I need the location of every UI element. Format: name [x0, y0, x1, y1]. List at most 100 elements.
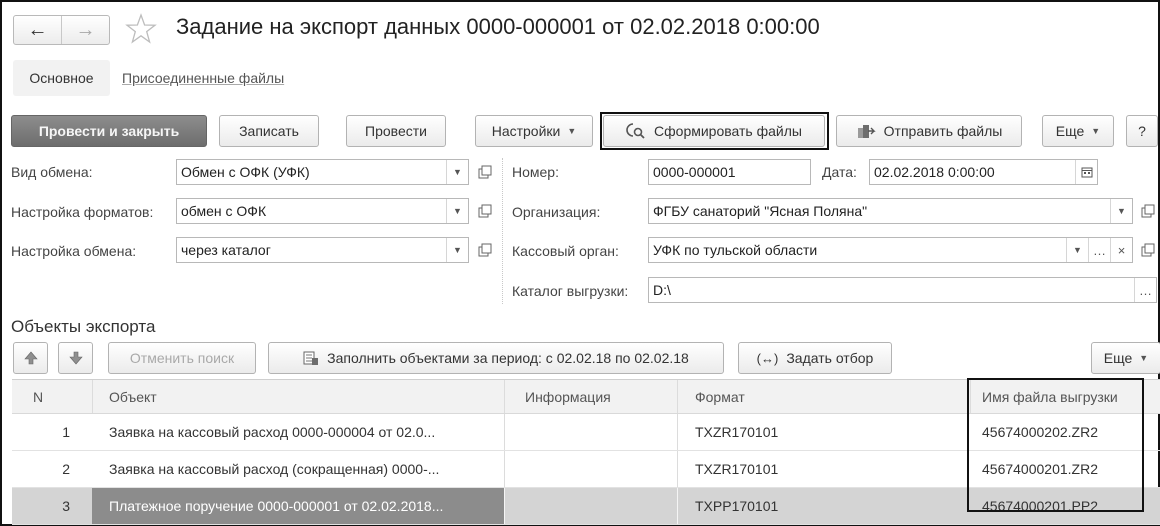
exchange-type-field[interactable]: Обмен с ОФК (УФК) ▼ [176, 159, 469, 185]
send-files-label: Отправить файлы [883, 123, 1003, 139]
page-title: Задание на экспорт данных 0000-000001 от… [176, 14, 820, 39]
dropdown-caret-icon[interactable]: ▼ [446, 160, 468, 184]
table-header: N Объект Информация Формат Имя файла выг… [12, 380, 1160, 414]
arrow-up-icon [23, 351, 38, 365]
send-files-button[interactable]: Отправить файлы [836, 115, 1022, 147]
column-separator [677, 451, 678, 487]
exchange-settings-field[interactable]: через каталог ▼ [176, 237, 469, 263]
column-separator [677, 488, 678, 524]
row-number: 2 [62, 461, 70, 477]
column-header-n[interactable]: N [12, 380, 64, 413]
row-object: Заявка на кассовый расход 0000-000004 от… [109, 424, 436, 440]
calendar-icon[interactable] [1075, 160, 1097, 184]
row-format: TXPP170101 [695, 498, 779, 514]
fill-table-icon [303, 350, 319, 366]
objects-more-label: Еще [1103, 350, 1133, 366]
column-header-object[interactable]: Объект [109, 380, 489, 413]
exchange-type-value: Обмен с ОФК (УФК) [181, 164, 310, 180]
dropdown-caret-icon[interactable]: ▼ [1066, 238, 1088, 262]
fill-period-button[interactable]: Заполнить объектами за период: с 02.02.1… [268, 342, 724, 374]
cancel-search-button[interactable]: Отменить поиск [108, 342, 256, 374]
open-icon[interactable] [475, 240, 495, 260]
column-separator [677, 414, 678, 450]
table-row[interactable]: 1 Заявка на кассовый расход 0000-000004 … [12, 414, 1160, 451]
arrow-left-icon: ← [27, 19, 48, 41]
exchange-settings-label: Настройка обмена: [11, 243, 137, 259]
set-filter-button[interactable]: (↔) Задать отбор [738, 342, 892, 374]
select-ellipsis-icon[interactable]: … [1134, 278, 1156, 302]
dropdown-caret-icon[interactable]: ▼ [446, 199, 468, 223]
move-down-button[interactable] [58, 342, 93, 374]
section-title: Объекты экспорта [11, 317, 156, 336]
row-file: 45674000201.ZR2 [982, 461, 1098, 477]
save-button[interactable]: Записать [219, 115, 319, 147]
open-icon[interactable] [475, 201, 495, 221]
cash-body-value: УФК по тульской области [653, 242, 818, 258]
row-info [504, 451, 677, 487]
column-header-file[interactable]: Имя файла выгрузки [982, 380, 1160, 413]
send-files-icon [856, 122, 876, 140]
forward-button[interactable]: → [61, 16, 109, 44]
cash-body-label: Кассовый орган: [512, 243, 619, 259]
column-separator [970, 380, 971, 413]
more-label: Еще [1055, 123, 1085, 139]
row-file: 45674000201.PP2 [982, 498, 1098, 514]
row-format: TXZR170101 [695, 424, 779, 440]
dropdown-caret-icon[interactable]: ▼ [446, 238, 468, 262]
post-button[interactable]: Провести [346, 115, 446, 147]
format-settings-label: Настройка форматов: [11, 204, 154, 220]
open-icon[interactable] [1138, 240, 1158, 260]
settings-label: Настройки [491, 123, 561, 139]
back-button[interactable]: ← [14, 16, 61, 44]
arrow-down-icon [68, 351, 83, 365]
date-value: 02.02.2018 0:00:00 [874, 164, 995, 180]
column-header-format[interactable]: Формат [695, 380, 955, 413]
number-field[interactable]: 0000-000001 [648, 159, 811, 185]
row-format: TXZR170101 [695, 461, 779, 477]
column-separator [677, 380, 678, 413]
tab-attached-files[interactable]: Присоединенные файлы [122, 70, 284, 86]
filter-arrows-icon: (↔) [756, 350, 779, 366]
column-separator [504, 414, 505, 450]
clear-icon[interactable]: × [1110, 238, 1132, 262]
dropdown-caret-icon[interactable]: ▼ [1110, 199, 1132, 223]
form-files-button[interactable]: Сформировать файлы [603, 115, 825, 147]
help-button[interactable]: ? [1126, 115, 1158, 147]
date-field[interactable]: 02.02.2018 0:00:00 [869, 159, 1098, 185]
settings-button[interactable]: Настройки ▼ [475, 115, 593, 147]
row-object: Заявка на кассовый расход (сокращенная) … [109, 461, 440, 477]
move-up-button[interactable] [13, 342, 48, 374]
select-ellipsis-icon[interactable]: … [1088, 238, 1110, 262]
more-button[interactable]: Еще ▼ [1042, 115, 1114, 147]
dropdown-caret-icon: ▼ [1091, 126, 1101, 136]
organization-label: Организация: [512, 204, 601, 220]
column-header-info[interactable]: Информация [525, 380, 675, 413]
magnifier-doc-icon [626, 122, 646, 140]
post-and-close-button[interactable]: Провести и закрыть [11, 115, 207, 147]
objects-table: N Объект Информация Формат Имя файла выг… [12, 379, 1160, 525]
arrow-right-icon: → [75, 19, 96, 41]
star-icon[interactable] [124, 12, 158, 46]
organization-field[interactable]: ФГБУ санаторий "Ясная Поляна" ▼ [648, 198, 1133, 224]
export-dir-field[interactable]: D:\ … [648, 277, 1157, 303]
row-number: 3 [62, 498, 70, 514]
export-dir-value: D:\ [653, 282, 671, 298]
number-value: 0000-000001 [653, 164, 736, 180]
form-files-label: Сформировать файлы [654, 123, 802, 139]
date-label: Дата: [822, 164, 857, 180]
column-separator [92, 380, 93, 413]
open-icon[interactable] [475, 162, 495, 182]
exchange-settings-value: через каталог [181, 242, 271, 258]
table-row[interactable]: 2 Заявка на кассовый расход (сокращенная… [12, 451, 1160, 488]
objects-more-button[interactable]: Еще ▼ [1091, 342, 1160, 374]
tab-main[interactable]: Основное [13, 60, 110, 96]
table-row-selected[interactable]: 3 Платежное поручение 0000-000001 от 02.… [12, 488, 1160, 525]
row-object: Платежное поручение 0000-000001 от 02.02… [92, 488, 504, 524]
export-dir-label: Каталог выгрузки: [512, 283, 629, 299]
navigation-buttons: ← → [13, 15, 110, 45]
format-settings-field[interactable]: обмен с ОФК ▼ [176, 198, 469, 224]
fill-period-label: Заполнить объектами за период: с 02.02.1… [327, 350, 689, 366]
open-icon[interactable] [1138, 201, 1158, 221]
cash-body-field[interactable]: УФК по тульской области ▼ … × [648, 237, 1133, 263]
row-info [504, 488, 677, 524]
